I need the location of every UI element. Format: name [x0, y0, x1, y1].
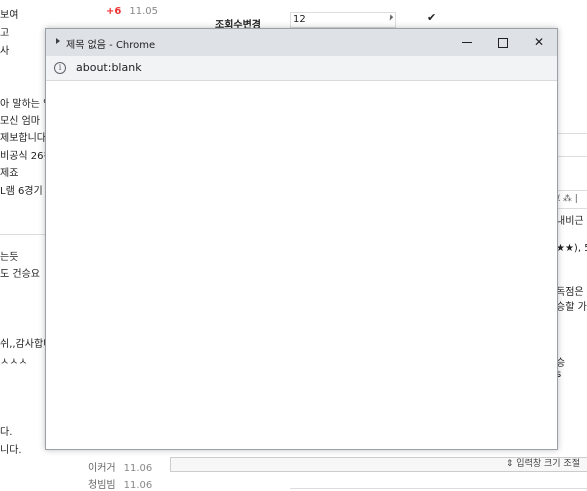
- page-content[interactable]: [46, 81, 557, 449]
- post-meta: 청빔빔 11.06: [88, 476, 152, 491]
- post-date: 11.06: [123, 463, 153, 474]
- window-title: 제목 없음 - Chrome: [66, 40, 156, 51]
- input-resize-handle[interactable]: ⇕ 입력창 크기 조절: [170, 457, 587, 472]
- close-icon: ✕: [533, 35, 545, 49]
- post-fragment[interactable]: 사: [0, 42, 9, 57]
- post-meta: 이커거 11.06: [88, 459, 152, 474]
- view-delta: +6: [106, 6, 122, 17]
- window-menu-icon[interactable]: [56, 38, 60, 44]
- checkmark-icon[interactable]: ✔: [427, 11, 436, 24]
- address-bar[interactable]: i about:blank: [46, 56, 557, 81]
- content-fragment: 승할 가: [556, 302, 587, 313]
- post-fragment[interactable]: 니다.: [0, 441, 22, 456]
- post-fragment[interactable]: 는듯: [0, 248, 18, 263]
- author-nick[interactable]: 청빔빔: [88, 480, 116, 491]
- divider: [556, 190, 587, 191]
- post-fragment[interactable]: 도 건승요: [0, 265, 40, 280]
- post-fragment[interactable]: L램 6경기: [0, 182, 43, 197]
- content-fragment: 내비근: [556, 216, 584, 227]
- content-fragment: 독점은: [556, 287, 584, 298]
- editor-toolbar-fragment[interactable]: ⁒ ⁂ |: [556, 194, 578, 204]
- post-meta: +6 11.05: [106, 6, 158, 17]
- resize-corner-icon: [386, 14, 394, 21]
- post-fragment[interactable]: 고: [0, 24, 9, 39]
- info-icon[interactable]: i: [54, 62, 66, 74]
- post-fragment[interactable]: 다.: [0, 423, 12, 438]
- post-fragment[interactable]: 보여: [0, 6, 18, 21]
- post-fragment[interactable]: 모신 엄마: [0, 112, 40, 127]
- chrome-popup-window[interactable]: 제목 없음 - Chrome ✕ i about:blank: [45, 28, 558, 450]
- divider: [556, 156, 587, 157]
- title-bar[interactable]: 제목 없음 - Chrome ✕: [46, 29, 557, 56]
- post-date: 11.06: [123, 480, 153, 491]
- post-fragment[interactable]: 제보합니다: [0, 129, 46, 144]
- author-nick[interactable]: 이커거: [88, 463, 116, 474]
- divider: [290, 488, 587, 489]
- divider: [556, 208, 587, 209]
- resize-label: ⇕ 입력창 크기 조절: [505, 459, 580, 469]
- views-input[interactable]: 12: [290, 12, 396, 28]
- divider: [556, 133, 587, 134]
- minimize-button[interactable]: [449, 29, 485, 56]
- minimize-icon: [462, 42, 472, 43]
- close-button[interactable]: ✕: [521, 29, 557, 56]
- post-date: 11.05: [129, 6, 158, 17]
- post-fragment[interactable]: ㅅㅅㅅ: [0, 353, 28, 368]
- post-fragment[interactable]: 제죠: [0, 164, 18, 179]
- maximize-button[interactable]: [485, 29, 521, 56]
- views-value: 12: [293, 14, 306, 25]
- url-text[interactable]: about:blank: [76, 61, 142, 74]
- content-fragment: ★★), 5: [556, 243, 587, 254]
- divider: [0, 234, 45, 235]
- maximize-icon: [498, 37, 508, 48]
